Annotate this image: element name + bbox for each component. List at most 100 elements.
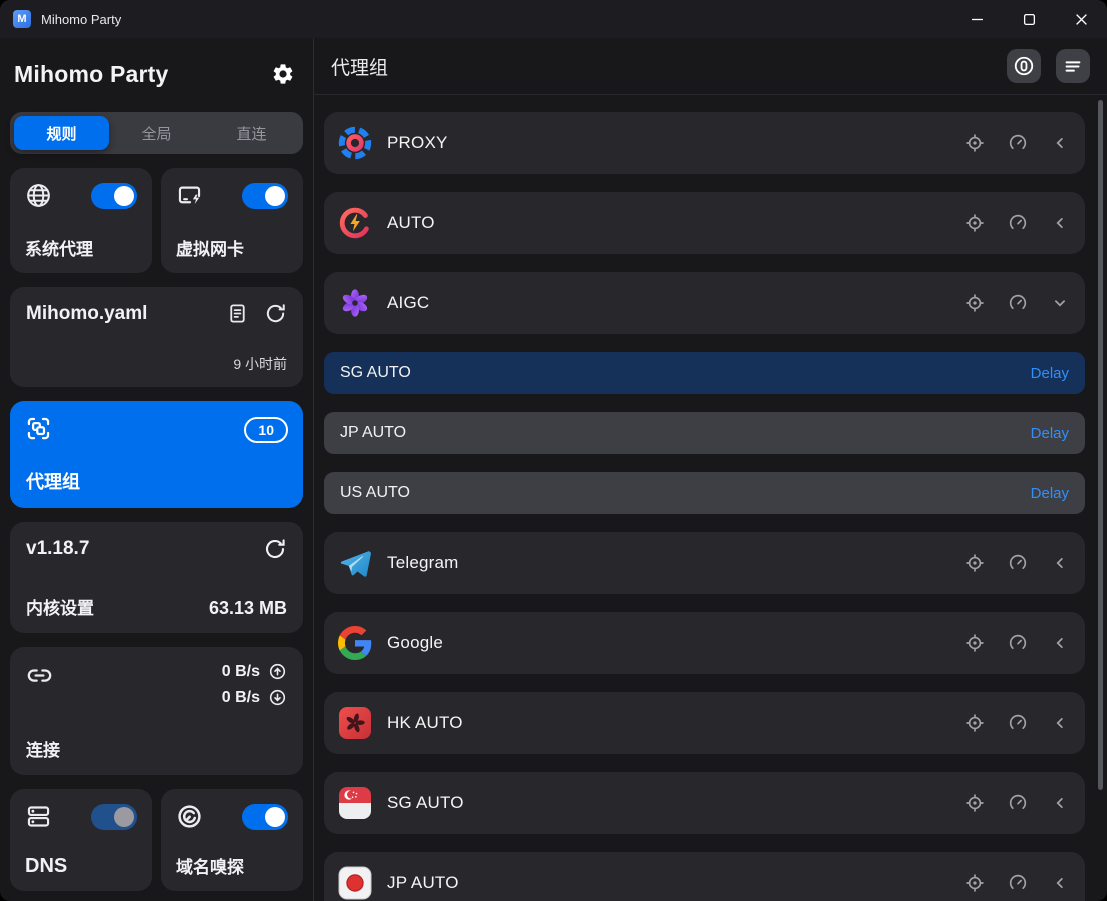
download-circle-icon xyxy=(268,688,287,707)
delay-test-button[interactable] xyxy=(1008,633,1028,653)
core-version: v1.18.7 xyxy=(26,538,89,560)
upload-circle-icon xyxy=(268,662,287,681)
app-window: M Mihomo Party Mihomo Party 规则 xyxy=(0,0,1107,901)
delay-test-button[interactable] xyxy=(1008,213,1028,233)
chevron-left-icon[interactable] xyxy=(1051,874,1069,892)
minimize-button[interactable] xyxy=(951,0,1003,38)
sniff-label: 域名嗅探 xyxy=(176,853,244,878)
connections-card[interactable]: 0 B/s 0 B/s xyxy=(10,647,303,775)
node-name: JP AUTO xyxy=(340,424,406,442)
sidebar-app-title: Mihomo Party xyxy=(14,61,168,88)
delay-test-button[interactable] xyxy=(1008,793,1028,813)
system-proxy-toggle[interactable] xyxy=(91,183,137,209)
profile-document-icon[interactable] xyxy=(226,302,249,325)
telegram-plane-icon xyxy=(338,546,372,580)
globe-icon xyxy=(25,182,52,209)
close-icon xyxy=(1075,13,1088,26)
chevron-left-icon[interactable] xyxy=(1051,794,1069,812)
group-name: PROXY xyxy=(387,133,448,153)
group-name: SG AUTO xyxy=(387,793,464,813)
locate-node-button[interactable] xyxy=(965,793,985,813)
core-refresh-icon[interactable] xyxy=(263,537,287,561)
delay-test-button[interactable] xyxy=(1008,553,1028,573)
chevron-left-icon[interactable] xyxy=(1051,134,1069,152)
sniff-toggle[interactable] xyxy=(242,804,288,830)
gear-icon xyxy=(271,62,295,86)
delay-chip[interactable]: Delay xyxy=(1031,425,1069,442)
group-name: JP AUTO xyxy=(387,873,459,893)
sniff-card[interactable]: 域名嗅探 xyxy=(161,789,303,891)
upload-rate: 0 B/s xyxy=(222,663,260,681)
proxy-group-count-badge: 10 xyxy=(244,417,288,443)
close-button[interactable] xyxy=(1055,0,1107,38)
core-settings-label: 内核设置 xyxy=(26,594,94,619)
profile-card[interactable]: Mihomo.yaml 9 小时前 xyxy=(10,287,303,387)
chevron-left-icon[interactable] xyxy=(1051,554,1069,572)
maximize-button[interactable] xyxy=(1003,0,1055,38)
node-name: SG AUTO xyxy=(340,364,411,382)
virtual-nic-icon xyxy=(176,182,203,209)
window-controls xyxy=(951,0,1107,38)
page-header: 代理组 xyxy=(314,38,1107,95)
tun-card[interactable]: 虚拟网卡 xyxy=(161,168,303,273)
locate-node-button[interactable] xyxy=(965,213,985,233)
chevron-down-icon[interactable] xyxy=(1051,294,1069,312)
locate-node-button[interactable] xyxy=(965,293,985,313)
group-name: HK AUTO xyxy=(387,713,463,733)
google-g-icon xyxy=(338,626,372,660)
sidebar: Mihomo Party 规则 全局 直连 xyxy=(0,38,314,901)
locate-node-button[interactable] xyxy=(965,133,985,153)
tun-toggle[interactable] xyxy=(242,183,288,209)
dns-card[interactable]: DNS xyxy=(10,789,152,891)
proxy-groups-nav-card[interactable]: 10 代理组 xyxy=(10,401,303,508)
proxy-group-row[interactable]: JP AUTO xyxy=(324,852,1085,901)
sniffer-radar-icon xyxy=(176,803,203,830)
group-name: AIGC xyxy=(387,293,429,313)
settings-button[interactable] xyxy=(271,62,295,86)
proxy-group-row[interactable]: PROXY xyxy=(324,112,1085,174)
dns-toggle[interactable] xyxy=(91,804,137,830)
chevron-left-icon[interactable] xyxy=(1051,214,1069,232)
locate-node-button[interactable] xyxy=(965,633,985,653)
scrollbar-thumb[interactable] xyxy=(1098,100,1103,790)
proxy-group-row[interactable]: SG AUTO xyxy=(324,772,1085,834)
proxy-group-row[interactable]: HK AUTO xyxy=(324,692,1085,754)
zero-traffic-toggle-button[interactable] xyxy=(1007,49,1041,83)
proxy-node-row[interactable]: US AUTO Delay xyxy=(324,472,1085,514)
tab-global-mode[interactable]: 全局 xyxy=(109,116,204,150)
delay-chip[interactable]: Delay xyxy=(1031,365,1069,382)
chevron-left-icon[interactable] xyxy=(1051,714,1069,732)
delay-test-button[interactable] xyxy=(1008,873,1028,893)
locate-node-button[interactable] xyxy=(965,713,985,733)
chevron-left-icon[interactable] xyxy=(1051,634,1069,652)
locate-node-button[interactable] xyxy=(965,553,985,573)
core-settings-card[interactable]: v1.18.7 内核设置 63.13 MB xyxy=(10,522,303,633)
proxy-node-row[interactable]: SG AUTO Delay xyxy=(324,352,1085,394)
dns-servers-icon xyxy=(25,803,52,830)
delay-chip[interactable]: Delay xyxy=(1031,485,1069,502)
connections-label: 连接 xyxy=(26,736,60,761)
tun-label: 虚拟网卡 xyxy=(176,235,244,260)
proxy-group-row-expanded[interactable]: AIGC xyxy=(324,272,1085,334)
tab-rule-mode[interactable]: 规则 xyxy=(14,116,109,150)
circle-zero-icon xyxy=(1013,55,1035,77)
delay-test-button[interactable] xyxy=(1008,133,1028,153)
proxy-group-row[interactable]: AUTO xyxy=(324,192,1085,254)
maximize-icon xyxy=(1023,13,1036,26)
singapore-flag-icon xyxy=(338,786,372,820)
proxy-group-row[interactable]: Google xyxy=(324,612,1085,674)
profile-refresh-icon[interactable] xyxy=(264,302,287,325)
system-proxy-label: 系统代理 xyxy=(25,235,93,260)
sort-button[interactable] xyxy=(1056,49,1090,83)
link-icon xyxy=(26,662,53,689)
system-proxy-card[interactable]: 系统代理 xyxy=(10,168,152,273)
proxy-group-row[interactable]: Telegram xyxy=(324,532,1085,594)
delay-test-button[interactable] xyxy=(1008,713,1028,733)
proxy-node-row[interactable]: JP AUTO Delay xyxy=(324,412,1085,454)
openai-flower-icon xyxy=(338,286,372,320)
locate-node-button[interactable] xyxy=(965,873,985,893)
tab-direct-mode[interactable]: 直连 xyxy=(204,116,299,150)
group-name: AUTO xyxy=(387,213,435,233)
group-name: Telegram xyxy=(387,553,459,573)
delay-test-button[interactable] xyxy=(1008,293,1028,313)
